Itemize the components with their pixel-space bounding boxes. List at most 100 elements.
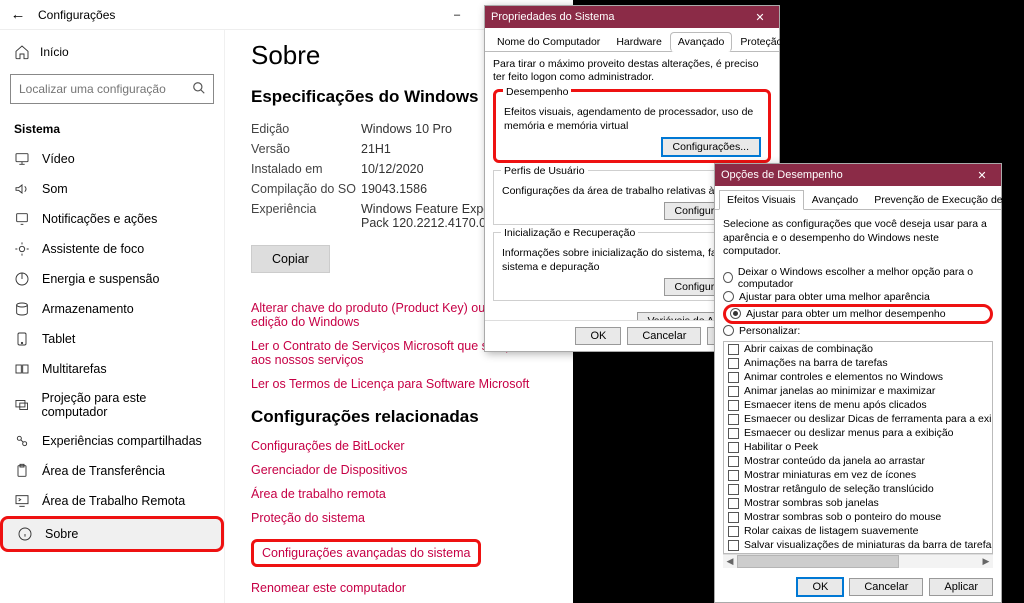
- related-link[interactable]: Gerenciador de Dispositivos: [251, 463, 547, 477]
- ok-button[interactable]: OK: [797, 578, 843, 596]
- radio-label: Deixar o Windows escolher a melhor opção…: [738, 266, 993, 290]
- checkbox-icon: [728, 372, 739, 383]
- sidebar-item-label: Área de Trabalho Remota: [42, 494, 185, 508]
- scroll-right-arrow[interactable]: ▶: [979, 555, 993, 568]
- sidebar-item-project[interactable]: Projeção para este computador: [0, 384, 224, 426]
- related-link[interactable]: Proteção do sistema: [251, 511, 547, 525]
- checkbox-item[interactable]: Habilitar o Peek: [724, 440, 992, 454]
- scroll-left-arrow[interactable]: ◀: [723, 555, 737, 568]
- cancel-button[interactable]: Cancelar: [627, 327, 701, 345]
- sidebar-section-heading: Sistema: [0, 118, 224, 144]
- sidebar-item-home[interactable]: Início: [0, 38, 224, 66]
- checkbox-label: Rolar caixas de listagem suavemente: [744, 525, 919, 537]
- sidebar-item-remote[interactable]: Área de Trabalho Remota: [0, 486, 224, 516]
- tab-prevenção-de-execução-de-dados[interactable]: Prevenção de Execução de Dados: [866, 190, 1024, 209]
- performance-group-text: Efeitos visuais, agendamento de processa…: [504, 105, 760, 133]
- radio-label: Ajustar para obter um melhor desempenho: [746, 308, 946, 320]
- tab-avançado[interactable]: Avançado: [670, 32, 733, 52]
- settings-sidebar: Início Sistema Vídeo Som Notificações e aç…: [0, 30, 225, 603]
- related-link[interactable]: Configurações avançadas do sistema: [251, 539, 481, 567]
- tab-hardware[interactable]: Hardware: [608, 32, 670, 51]
- search-input-wrapper[interactable]: [10, 74, 214, 104]
- spec-key: Experiência: [251, 202, 361, 230]
- window-title: Configurações: [38, 8, 115, 22]
- tab-proteção-do-sistema[interactable]: Proteção do Sistema: [732, 32, 845, 51]
- performance-settings-button[interactable]: Configurações...: [662, 138, 760, 156]
- ok-button[interactable]: OK: [575, 327, 621, 345]
- close-button[interactable]: ✕: [747, 11, 773, 24]
- minimize-button[interactable]: –: [435, 0, 479, 30]
- tab-nome-do-computador[interactable]: Nome do Computador: [489, 32, 608, 51]
- sidebar-item-notif[interactable]: Notificações e ações: [0, 204, 224, 234]
- performance-group-title: Desempenho: [503, 85, 571, 99]
- radio-label: Ajustar para obter uma melhor aparência: [739, 291, 930, 303]
- checkbox-item[interactable]: Mostrar sombras sob janelas: [724, 496, 992, 510]
- checkbox-item[interactable]: Animar controles e elementos no Windows: [724, 370, 992, 384]
- tablet-icon: [14, 331, 30, 347]
- product-link[interactable]: Ler os Termos de Licença para Software M…: [251, 377, 547, 391]
- related-link[interactable]: Área de trabalho remota: [251, 487, 547, 501]
- tab-efeitos-visuais[interactable]: Efeitos Visuais: [719, 190, 804, 210]
- search-input[interactable]: [11, 82, 185, 96]
- notif-icon: [14, 211, 30, 227]
- sysprops-note: Para tirar o máximo proveito destas alte…: [493, 58, 771, 84]
- sidebar-item-shared[interactable]: Experiências compartilhadas: [0, 426, 224, 456]
- perf-description: Selecione as configurações que você dese…: [723, 218, 993, 259]
- radio-option[interactable]: Ajustar para obter um melhor desempenho: [723, 304, 993, 324]
- sidebar-item-focus[interactable]: Assistente de foco: [0, 234, 224, 264]
- sidebar-item-about[interactable]: Sobre: [0, 516, 224, 552]
- sidebar-item-sound[interactable]: Som: [0, 174, 224, 204]
- home-icon: [14, 44, 30, 60]
- multitask-icon: [14, 361, 30, 377]
- checkbox-item[interactable]: Esmaecer ou deslizar menus para a exibiç…: [724, 426, 992, 440]
- sidebar-item-label: Tablet: [42, 332, 75, 346]
- checkbox-item[interactable]: Mostrar sombras sob o ponteiro do mouse: [724, 510, 992, 524]
- checkbox-item[interactable]: Animações na barra de tarefas: [724, 356, 992, 370]
- checkbox-item[interactable]: Rolar caixas de listagem suavemente: [724, 524, 992, 538]
- radio-option[interactable]: Ajustar para obter uma melhor aparência: [723, 291, 993, 303]
- checkbox-icon: [728, 456, 739, 467]
- checkbox-item[interactable]: Mostrar conteúdo da janela ao arrastar: [724, 454, 992, 468]
- checkbox-item[interactable]: Animar janelas ao minimizar e maximizar: [724, 384, 992, 398]
- checkbox-item[interactable]: Mostrar retângulo de seleção translúcido: [724, 482, 992, 496]
- sidebar-item-power[interactable]: Energia e suspensão: [0, 264, 224, 294]
- tab-avançado[interactable]: Avançado: [804, 190, 867, 209]
- clipboard-icon: [14, 463, 30, 479]
- visual-effects-list[interactable]: Abrir caixas de combinaçãoAnimações na b…: [723, 341, 993, 554]
- horizontal-scrollbar[interactable]: ◀ ▶: [723, 554, 993, 568]
- checkbox-item[interactable]: Esmaecer ou deslizar Dicas de ferramenta…: [724, 412, 992, 426]
- copy-button[interactable]: Copiar: [251, 245, 330, 273]
- related-link[interactable]: Configurações de BitLocker: [251, 439, 547, 453]
- checkbox-item[interactable]: Mostrar miniaturas em vez de ícones: [724, 468, 992, 482]
- checkbox-icon: [728, 512, 739, 523]
- sidebar-item-multitask[interactable]: Multitarefas: [0, 354, 224, 384]
- sidebar-item-clipboard[interactable]: Área de Transferência: [0, 456, 224, 486]
- back-button[interactable]: ←: [6, 6, 30, 23]
- checkbox-icon: [728, 344, 739, 355]
- spec-key: Compilação do SO: [251, 182, 361, 196]
- cancel-button[interactable]: Cancelar: [849, 578, 923, 596]
- sidebar-item-display[interactable]: Vídeo: [0, 144, 224, 174]
- checkbox-icon: [728, 428, 739, 439]
- apply-button[interactable]: Aplicar: [929, 578, 993, 596]
- about-icon: [17, 526, 33, 542]
- sidebar-item-label: Multitarefas: [42, 362, 107, 376]
- sidebar-item-storage[interactable]: Armazenamento: [0, 294, 224, 324]
- sysprops-titlebar: Propriedades do Sistema ✕: [485, 6, 779, 28]
- sidebar-item-label: Som: [42, 182, 68, 196]
- radio-option[interactable]: Personalizar:: [723, 325, 993, 337]
- close-button[interactable]: ✕: [969, 169, 995, 182]
- radio-icon: [723, 272, 733, 283]
- checkbox-item[interactable]: Esmaecer itens de menu após clicados: [724, 398, 992, 412]
- tab-remoto[interactable]: Remoto: [846, 32, 899, 51]
- checkbox-item[interactable]: Salvar visualizações de miniaturas da ba…: [724, 538, 992, 552]
- checkbox-label: Mostrar conteúdo da janela ao arrastar: [744, 455, 925, 467]
- spec-key: Instalado em: [251, 162, 361, 176]
- sidebar-item-label: Experiências compartilhadas: [42, 434, 202, 448]
- radio-option[interactable]: Deixar o Windows escolher a melhor opção…: [723, 266, 993, 290]
- sidebar-item-tablet[interactable]: Tablet: [0, 324, 224, 354]
- checkbox-icon: [728, 400, 739, 411]
- checkbox-item[interactable]: Abrir caixas de combinação: [724, 342, 992, 356]
- related-link[interactable]: Renomear este computador: [251, 581, 547, 595]
- scroll-thumb[interactable]: [737, 555, 899, 568]
